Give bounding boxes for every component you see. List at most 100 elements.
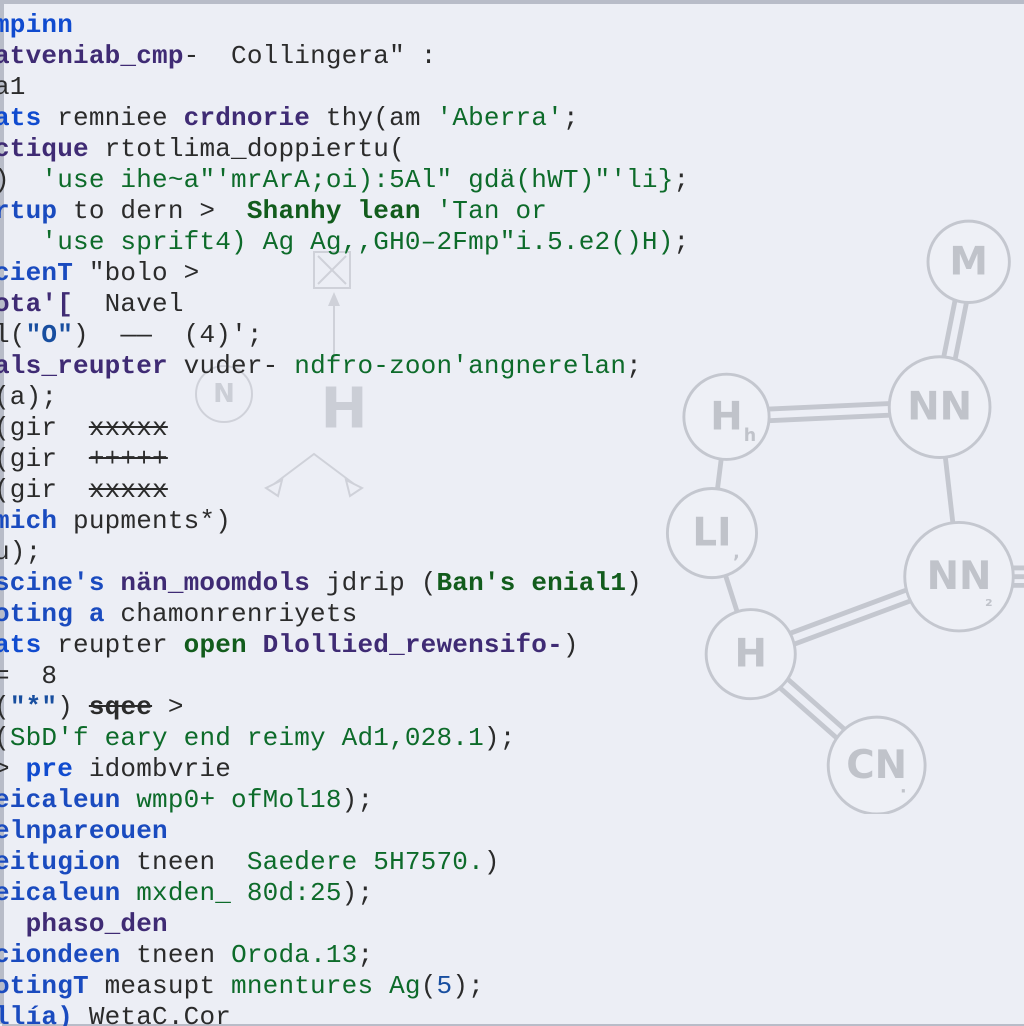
code-token: measupt [105, 971, 231, 1001]
code-token: 'Aberra' [437, 103, 563, 133]
code-line[interactable]: (gir xxxxx [0, 413, 1024, 444]
code-line[interactable]: scine's nän_moomdols jdrip (Ban's enial1… [0, 568, 1024, 599]
code-line[interactable]: mich pupments*) [0, 506, 1024, 537]
code-token: 'use sprift4) Ag Ag,,GH0–2Fmp"i.5.e2()H) [41, 227, 673, 257]
code-token: thy( [326, 103, 389, 133]
code-line[interactable]: otingT measupt mnentures Ag(5); [0, 971, 1024, 1002]
code-line[interactable]: eicaleun mxden_ 80d:25); [0, 878, 1024, 909]
code-token: SbD'f eary end reimy Ad1,028.1 [10, 723, 484, 753]
code-token: elnpareouen [0, 816, 168, 846]
code-line[interactable]: eitugion tneen Saedere 5H7570.) [0, 847, 1024, 878]
code-token: rtup [0, 196, 73, 226]
code-token: u) [0, 537, 26, 567]
code-token: am [389, 103, 436, 133]
code-token: "bolo > [89, 258, 200, 288]
code-token: +++++ [89, 444, 168, 474]
code-line[interactable]: eicaleun wmp0+ ofMol18); [0, 785, 1024, 816]
code-line[interactable]: phaso_den [0, 909, 1024, 940]
code-token: ( [389, 134, 405, 164]
code-token: vuder- [184, 351, 295, 381]
code-line[interactable]: als_reupter vuder- ndfro-zoon'angnerelan… [0, 351, 1024, 382]
code-token: open [184, 630, 263, 660]
code-token: (gir [0, 413, 89, 443]
code-token: to dern > [73, 196, 231, 226]
code-token: mnentures Ag [231, 971, 421, 1001]
code-line[interactable]: (SbD'f eary end reimy Ad1,028.1); [0, 723, 1024, 754]
code-token: > [0, 754, 26, 784]
code-token: "*" [10, 692, 57, 722]
code-line[interactable]: ota'[ Navel [0, 289, 1024, 320]
code-line[interactable]: ciondeen tneen Oroda.13; [0, 940, 1024, 971]
code-line[interactable]: oting a chamonrenriyets [0, 599, 1024, 630]
code-token: eicaleun [0, 785, 136, 815]
code-token: 'use ihe~a"'mrArA;oi):5Al" gdä(hWT)"'li} [41, 165, 673, 195]
code-token: crdnorie [184, 103, 326, 133]
code-line[interactable]: ats remniee crdnorie thy(am 'Aberra'; [0, 103, 1024, 134]
code-token: cienT [0, 258, 89, 288]
code-line[interactable]: > pre idombvrie [0, 754, 1024, 785]
code-line[interactable]: (a); [0, 382, 1024, 413]
code-token: ndfro-zoon'angnerelan [294, 351, 626, 381]
code-token: ciondeen [0, 940, 136, 970]
code-token: pre [26, 754, 89, 784]
code-token: ; [357, 785, 373, 815]
code-token: eicaleun [0, 878, 136, 908]
code-line[interactable]: (gir +++++ [0, 444, 1024, 475]
code-token: (gir [0, 444, 89, 474]
code-token: ) [484, 847, 500, 877]
code-token: chamonrenriyets [120, 599, 357, 629]
code-editor[interactable]: mpinnatveniab_cmp- Collingera" :a1ats re… [0, 10, 1024, 1026]
code-token: Oroda.13 [231, 940, 357, 970]
code-line[interactable]: a1 [0, 72, 1024, 103]
code-token: —— [105, 320, 184, 350]
code-line[interactable]: ) 'use ihe~a"'mrArA;oi):5Al" gdä(hWT)"'l… [0, 165, 1024, 196]
code-token: nän_moomdols [120, 568, 325, 598]
code-token: Shanhy lean [231, 196, 436, 226]
code-token: (a) [0, 382, 41, 412]
code-token: ctique [0, 134, 105, 164]
code-token: sqee [89, 692, 152, 722]
code-token: = 8 [0, 661, 57, 691]
code-token: ; [468, 971, 484, 1001]
code-token: 'Tan or [436, 196, 547, 226]
code-token: ) [73, 320, 105, 350]
code-token: ; [674, 165, 690, 195]
code-token: ; [500, 723, 516, 753]
code-token: > [152, 692, 184, 722]
code-line[interactable]: l("O") —— (4)'; [0, 320, 1024, 351]
code-line[interactable]: elnpareouen [0, 816, 1024, 847]
code-line[interactable]: (gir xxxxx [0, 475, 1024, 506]
code-token: ; [247, 320, 263, 350]
code-line[interactable]: rtup to dern > Shanhy lean 'Tan or [0, 196, 1024, 227]
code-token: tneen [136, 847, 247, 877]
code-line[interactable]: mpinn [0, 10, 1024, 41]
code-token: l( [0, 320, 26, 350]
code-token: ) [484, 723, 500, 753]
code-token: rtotlima_doppiertu [105, 134, 389, 164]
code-token: "O" [26, 320, 73, 350]
code-line[interactable]: ats reupter open Dlollied_rewensifo-) [0, 630, 1024, 661]
code-token: ; [674, 227, 690, 257]
code-token [0, 227, 41, 257]
code-token: 5 [437, 971, 453, 1001]
code-line[interactable]: u); [0, 537, 1024, 568]
code-token: mxden_ 80d:25 [136, 878, 341, 908]
code-token: atveniab_cmp [0, 41, 184, 71]
code-token: ; [357, 940, 373, 970]
code-token: : [405, 41, 437, 71]
code-token: scine's [0, 568, 120, 598]
code-token: xxxxx [89, 475, 168, 505]
code-token: ats [0, 630, 57, 660]
code-line[interactable]: cienT "bolo > [0, 258, 1024, 289]
code-token: ; [626, 351, 642, 381]
code-token: als_reupter [0, 351, 184, 381]
code-token: ; [41, 382, 57, 412]
code-line[interactable]: atveniab_cmp- Collingera" : [0, 41, 1024, 72]
code-token: ( [0, 692, 10, 722]
code-token: wmp0+ ofMol18 [136, 785, 341, 815]
code-line[interactable]: ctique rtotlima_doppiertu( [0, 134, 1024, 165]
code-line[interactable]: llía) WetaC.Cor [0, 1002, 1024, 1026]
code-line[interactable]: 'use sprift4) Ag Ag,,GH0–2Fmp"i.5.e2()H)… [0, 227, 1024, 258]
code-line[interactable]: ("*") sqee > [0, 692, 1024, 723]
code-line[interactable]: = 8 [0, 661, 1024, 692]
